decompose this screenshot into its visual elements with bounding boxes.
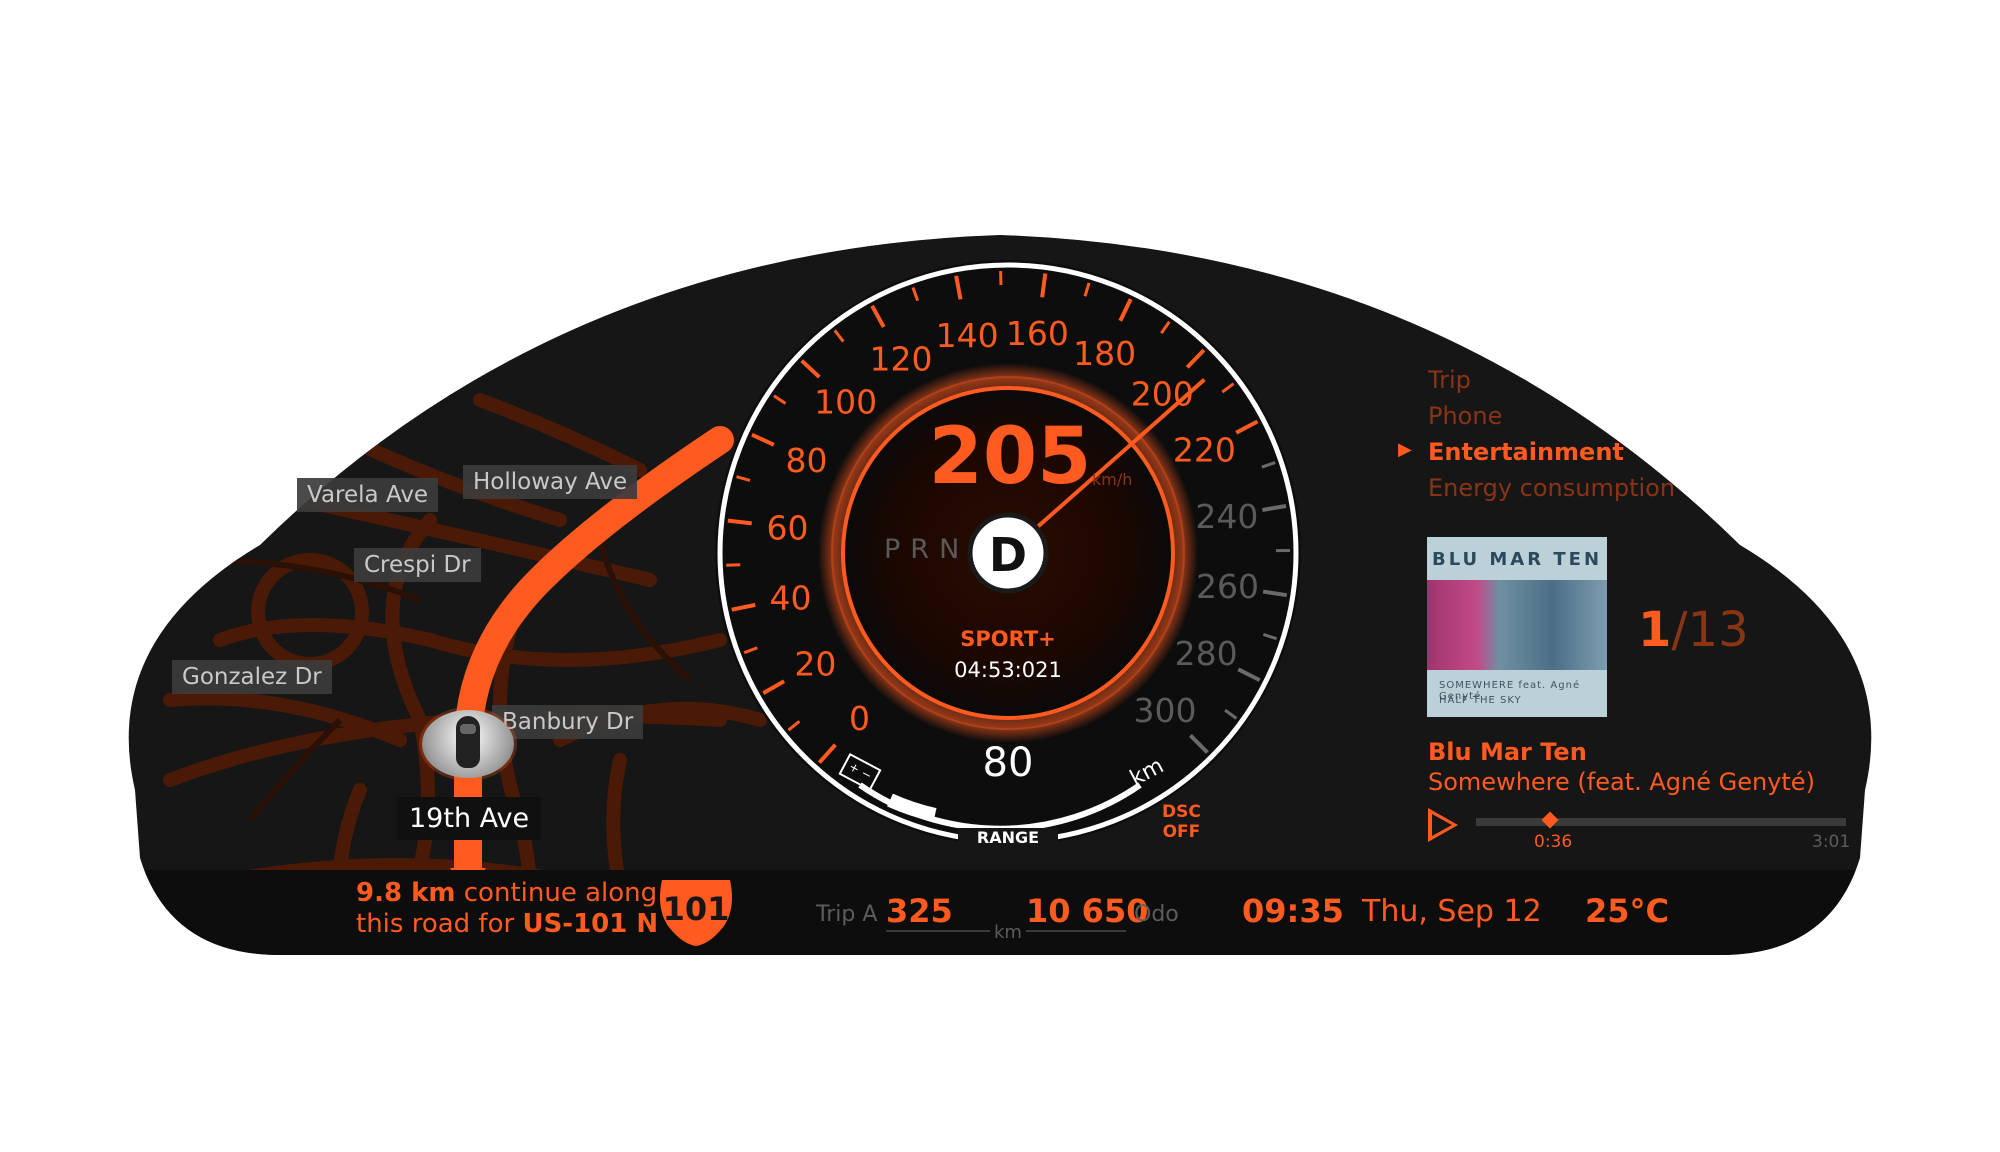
current-street-label: 19th Ave xyxy=(397,797,542,840)
menu-item-entertainment[interactable]: Entertainment xyxy=(1428,438,1624,466)
progress-track[interactable] xyxy=(1476,818,1846,826)
dsc-off-label: OFF xyxy=(1162,822,1201,842)
street-label: Gonzalez Dr xyxy=(172,660,332,694)
trip-value: 325 xyxy=(886,892,953,930)
odo-value: 10 650 xyxy=(1026,892,1149,930)
track-duration: 3:01 xyxy=(1812,832,1851,852)
gear-active: D xyxy=(988,528,1028,582)
odo-label: Odo xyxy=(1134,902,1179,927)
speed-tick xyxy=(726,563,741,567)
speed-unit: km/h xyxy=(1092,470,1133,489)
nav-route: US-101 N xyxy=(522,909,659,939)
nav-instruction: 9.8 km continue along this road for US-1… xyxy=(356,878,658,940)
gear-r: R xyxy=(910,534,940,565)
track-counter: 1/13 xyxy=(1638,602,1749,658)
album-cover-subtitle: HALF THE SKY xyxy=(1439,695,1522,706)
play-icon-inner xyxy=(1432,814,1452,836)
street-label: Crespi Dr xyxy=(354,548,481,582)
nav-instruction-text-2: this road for xyxy=(356,909,515,939)
gear-n: N xyxy=(939,534,970,565)
album-cover-title: BLU MAR TEN xyxy=(1431,549,1603,570)
street-label: Holloway Ave xyxy=(463,465,638,499)
gear-selector: PRN xyxy=(884,534,969,565)
car-position-icon xyxy=(422,710,514,778)
range-value: 80 xyxy=(982,740,1034,786)
menu-item-phone[interactable]: Phone xyxy=(1428,402,1502,430)
album-cover-photo xyxy=(1427,580,1607,670)
lap-timer: 04:53:021 xyxy=(954,658,1062,682)
menu-selected-arrow-icon: ▶ xyxy=(1398,439,1412,460)
trip-label: Trip A xyxy=(816,902,878,927)
gear-p: P xyxy=(884,534,911,565)
menu-item-energy-consumption[interactable]: Energy consumption xyxy=(1428,474,1675,502)
street-label: Banbury Dr xyxy=(492,705,644,739)
street-label: Varela Ave xyxy=(297,478,439,512)
track-index: 1 xyxy=(1638,602,1672,658)
clock: 09:35 xyxy=(1242,892,1344,930)
track-total: /13 xyxy=(1671,602,1749,658)
nav-instruction-text: continue along xyxy=(463,878,658,908)
range-label: RANGE xyxy=(958,828,1058,847)
drive-mode: SPORT+ xyxy=(960,627,1056,651)
album-cover[interactable]: BLU MAR TEN SOMEWHERE feat. Agné Genyté … xyxy=(1427,537,1607,717)
route-shield-number: 101 xyxy=(662,890,730,928)
nav-distance: 9.8 km xyxy=(356,878,456,908)
date: Thu, Sep 12 xyxy=(1362,894,1542,929)
dsc-label: DSC xyxy=(1162,802,1201,822)
speed-tick xyxy=(727,518,752,526)
dsc-status: DSC OFF xyxy=(1162,802,1201,842)
menu-item-trip[interactable]: Trip xyxy=(1428,366,1471,394)
outside-temperature: 25°C xyxy=(1585,892,1670,930)
artist-name: Blu Mar Ten xyxy=(1428,738,1587,766)
elapsed-time: 0:36 xyxy=(1534,832,1573,852)
km-unit: km xyxy=(990,922,1026,943)
current-speed: 205 xyxy=(928,412,1092,502)
track-title: Somewhere (feat. Agné Genyté) xyxy=(1428,768,1815,796)
